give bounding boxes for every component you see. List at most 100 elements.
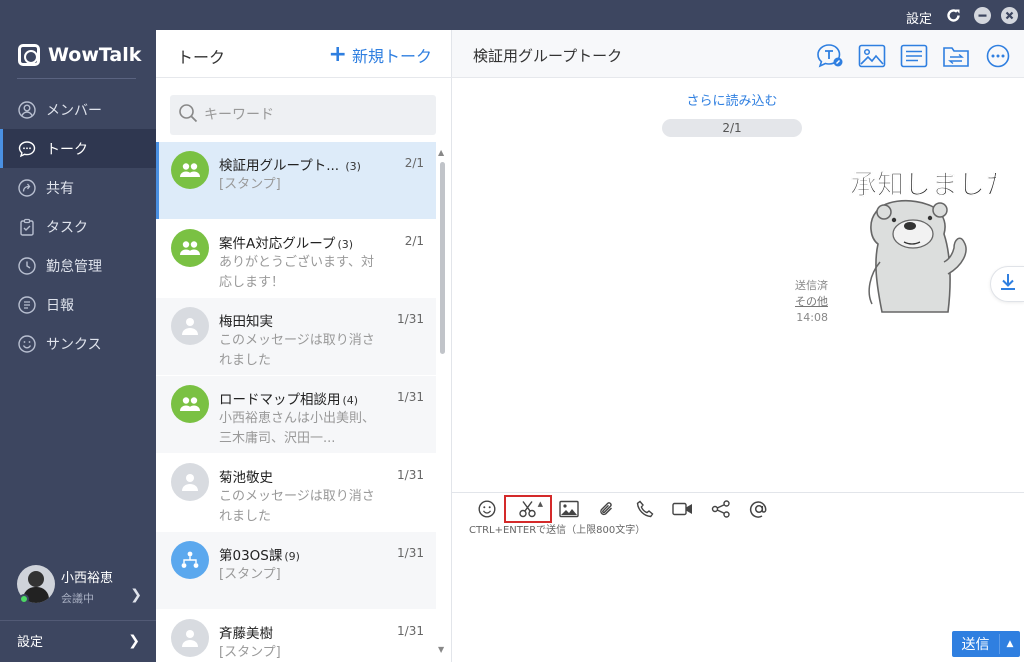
sidebar-item-thanks[interactable]: サンクス <box>0 324 156 363</box>
talk-date: 1/31 <box>397 312 424 326</box>
sidebar-item-label: トーク <box>46 141 88 158</box>
talk-date: 2/1 <box>404 234 424 248</box>
scroll-down-icon[interactable]: ▼ <box>438 645 444 654</box>
plus-icon: + <box>328 42 347 67</box>
caret-up-icon: ▲ <box>537 500 543 508</box>
talk-preview: このメッセージは取り消されました <box>219 333 375 368</box>
person-icon <box>171 307 209 345</box>
scroll-up-icon[interactable]: ▲ <box>438 148 444 157</box>
message-time: 14:08 <box>796 311 828 324</box>
person-icon <box>18 100 36 119</box>
smile-icon <box>18 334 36 353</box>
sticker-text: 承知しました <box>850 170 996 201</box>
sidebar-settings[interactable]: 設定 ❯ <box>0 620 156 660</box>
talk-name: 第03OS課 (9) <box>219 544 300 564</box>
search-box <box>170 95 436 135</box>
talk-preview: このメッセージは取り消されました <box>219 489 375 524</box>
sidebar-settings-label: 設定 <box>17 635 44 650</box>
load-more-link[interactable]: さらに読み込む <box>452 90 1012 109</box>
talk-list: 検証用グループト... (3) 2/1 [スタンプ] 案件A対応グループ (3) … <box>156 142 436 662</box>
sidebar-item-share[interactable]: 共有 <box>0 168 156 207</box>
share-nodes-icon <box>711 500 730 518</box>
send-options-icon[interactable]: ▲ <box>1000 639 1020 649</box>
talk-list-panel: トーク + 新規トーク 検証用グループト... (3) 2/1 [スタンプ] 案… <box>156 30 452 662</box>
sidebar-item-attendance[interactable]: 勤怠管理 <box>0 246 156 285</box>
sticker-message[interactable]: 承知しました <box>848 162 1012 318</box>
translate-icon[interactable] <box>816 43 844 69</box>
talk-name-text: 梅田知実 <box>219 314 273 330</box>
talk-list-item[interactable]: 斉藤美樹 1/31 [スタンプ] <box>156 610 436 662</box>
talk-list-item[interactable]: 梅田知実 1/31 このメッセージは取り消されました <box>156 298 436 376</box>
talk-preview: ありがとうございます、対応します！ <box>219 255 374 290</box>
new-talk-label: 新規トーク <box>351 47 432 66</box>
topbar-settings-link[interactable]: 設定 <box>906 8 932 27</box>
new-talk-button[interactable]: + 新規トーク <box>329 43 432 67</box>
emoji-icon <box>478 500 496 518</box>
message-input[interactable] <box>468 539 1008 629</box>
member-count: (3) <box>345 160 361 173</box>
page-indicator: 2/1 <box>662 119 802 137</box>
other-link[interactable]: その他 <box>795 294 828 310</box>
chat-header-toolbar <box>816 43 1012 69</box>
talk-date: 1/31 <box>397 468 424 482</box>
note-icon[interactable] <box>900 43 928 69</box>
talk-list-item[interactable]: 菊池敬史 1/31 このメッセージは取り消されました <box>156 454 436 532</box>
status-dot <box>19 594 29 604</box>
group-icon <box>171 385 209 423</box>
chat-panel: 検証用グループトーク さらに読み込む 2/1 承知しました 送信済 その他 14… <box>452 30 1024 662</box>
talk-preview: [スタンプ] <box>219 177 281 192</box>
screenshot-button[interactable]: ▲ <box>504 495 552 523</box>
chat-title: 検証用グループトーク <box>473 47 623 65</box>
talk-name-text: 検証用グループト... <box>219 158 340 174</box>
send-button[interactable]: 送信 ▲ <box>952 631 1020 657</box>
sidebar-item-label: 共有 <box>46 180 74 197</box>
emoji-button[interactable] <box>468 499 506 519</box>
refresh-icon[interactable] <box>945 7 962 24</box>
talk-name: 梅田知実 <box>219 310 273 330</box>
video-call-button[interactable] <box>664 499 702 519</box>
talk-name-text: ロードマップ相談用 <box>219 392 341 408</box>
download-icon <box>1000 273 1016 295</box>
voice-call-button[interactable] <box>626 499 664 519</box>
talk-preview: [スタンプ] <box>219 645 281 660</box>
file-transfer-icon[interactable] <box>942 43 970 69</box>
mention-button[interactable] <box>740 499 778 519</box>
member-count: (9) <box>284 550 300 563</box>
chevron-right-icon: ❯ <box>128 632 140 649</box>
image-gallery-icon[interactable] <box>858 43 886 69</box>
talk-list-item[interactable]: 案件A対応グループ (3) 2/1 ありがとうございます、対応します！ <box>156 220 436 298</box>
report-icon <box>18 295 36 314</box>
share-button[interactable] <box>702 499 740 519</box>
sidebar-item-daily-report[interactable]: 日報 <box>0 285 156 324</box>
profile-status: 会議中 <box>61 592 94 605</box>
talk-list-scrollbar[interactable]: ▲ ▼ <box>438 148 446 654</box>
sidebar-item-label: タスク <box>46 219 88 236</box>
user-profile[interactable]: 小西裕恵 会議中 ❯ <box>17 565 142 607</box>
sidebar-item-talk[interactable]: トーク <box>0 129 156 168</box>
sidebar-item-members[interactable]: メンバー <box>0 90 156 129</box>
clock-icon <box>18 256 36 275</box>
sent-status: 送信済 <box>795 279 828 292</box>
search-input[interactable] <box>204 107 424 123</box>
talk-name: 検証用グループト... (3) <box>219 154 361 174</box>
talk-list-item[interactable]: 検証用グループト... (3) 2/1 [スタンプ] <box>156 142 436 220</box>
talk-list-item[interactable]: ロードマップ相談用 (4) 1/31 小西裕恵さんは小出美則、三木庸司、沢田一..… <box>156 376 436 454</box>
close-icon[interactable] <box>1001 7 1018 24</box>
title-bar: 設定 <box>0 0 1024 30</box>
talk-list-item[interactable]: 第03OS課 (9) 1/31 [スタンプ] <box>156 532 436 610</box>
scroll-thumb[interactable] <box>440 162 445 354</box>
sidebar-item-task[interactable]: タスク <box>0 207 156 246</box>
member-count: (3) <box>337 238 354 251</box>
more-options-icon[interactable] <box>984 43 1012 69</box>
download-button[interactable] <box>990 266 1024 302</box>
talk-date: 1/31 <box>397 546 424 560</box>
attach-button[interactable] <box>588 499 626 519</box>
talk-date: 1/31 <box>397 390 424 404</box>
person-icon <box>171 463 209 501</box>
talk-name-text: 案件A対応グループ <box>219 236 336 252</box>
minimize-icon[interactable] <box>974 7 991 24</box>
image-button[interactable] <box>550 499 588 519</box>
talk-name-text: 菊池敬史 <box>219 470 273 486</box>
sidebar-nav: メンバー トーク 共有 タスク 勤怠管理 日報 サンクス <box>0 90 156 363</box>
chat-header: 検証用グループトーク <box>452 30 1024 78</box>
